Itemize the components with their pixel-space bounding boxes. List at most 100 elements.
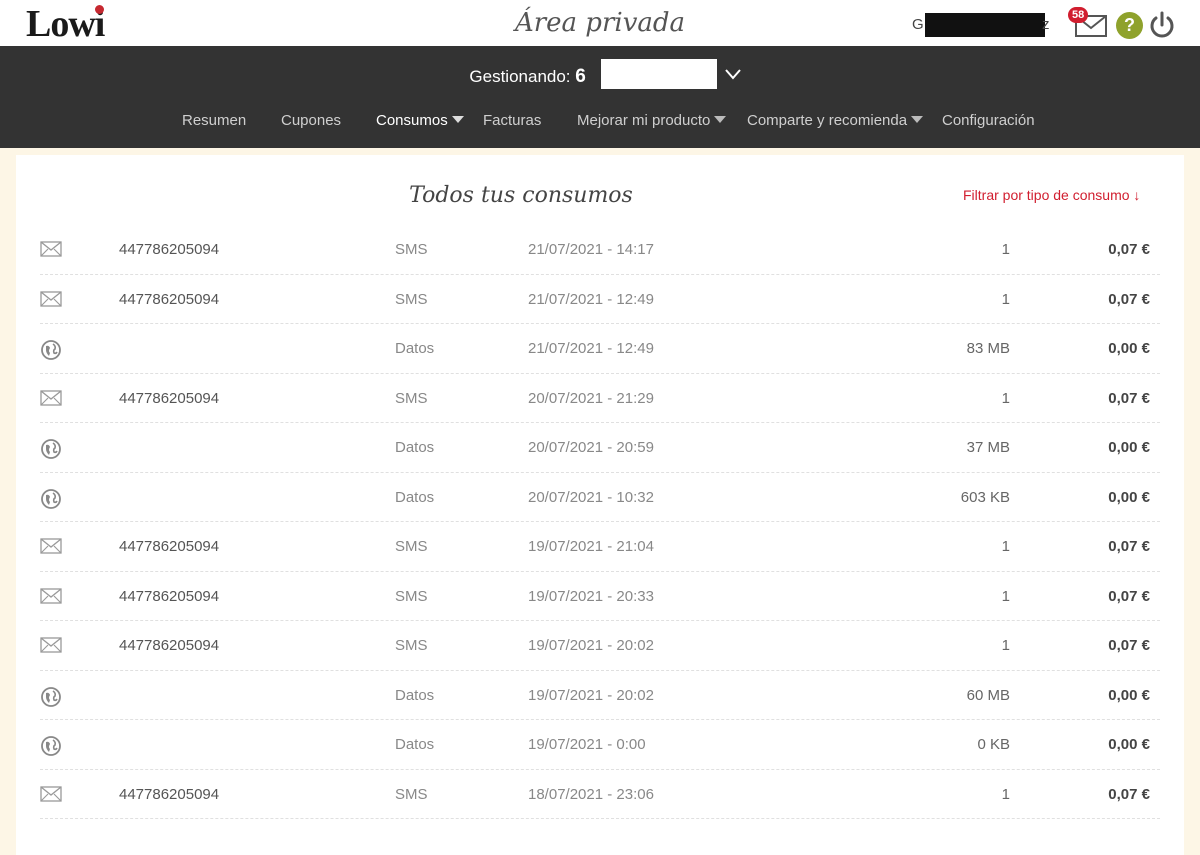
- filter-by-type-link[interactable]: Filtrar por tipo de consumo ↓: [963, 187, 1140, 203]
- row-cost: 0,00 €: [1108, 439, 1150, 456]
- caret-down-icon: [911, 116, 924, 123]
- row-type: SMS: [395, 290, 428, 308]
- envelope-icon: [40, 636, 62, 654]
- envelope-icon: [40, 240, 62, 258]
- row-cost: 0,00 €: [1108, 736, 1150, 753]
- chevron-down-icon[interactable]: [724, 66, 742, 82]
- globe-icon: [40, 686, 62, 707]
- caret-down-icon: [714, 116, 727, 123]
- row-number: 447786205094: [119, 637, 220, 654]
- envelope-icon: [40, 290, 62, 308]
- row-date: 19/07/2021 - 0:00: [528, 736, 646, 753]
- power-icon[interactable]: [1148, 10, 1176, 40]
- row-quantity: 1: [1001, 290, 1010, 308]
- table-row[interactable]: 447786205094 SMS 19/07/2021 - 21:04 1 0,07 €: [40, 522, 1160, 572]
- row-quantity: 1: [1001, 538, 1010, 555]
- tab-cupones[interactable]: Cupones: [281, 112, 341, 132]
- row-quantity: 603 KB: [960, 488, 1010, 506]
- globe-icon: [40, 438, 62, 459]
- row-quantity: 0 KB: [977, 736, 1010, 753]
- envelope-icon: [40, 537, 62, 555]
- row-date: 18/07/2021 - 23:06: [528, 785, 654, 803]
- tab-consumos[interactable]: Consumos: [376, 112, 464, 132]
- row-type: SMS: [395, 587, 428, 605]
- row-number: 447786205094: [119, 785, 220, 803]
- row-date: 20/07/2021 - 10:32: [528, 488, 654, 506]
- row-type: Datos: [395, 340, 435, 357]
- row-cost: 0,07 €: [1108, 241, 1150, 258]
- tab-resumen[interactable]: Resumen: [182, 112, 246, 132]
- row-date: 19/07/2021 - 21:04: [528, 538, 654, 555]
- top-bar: Lowi Área privada G z 58 ?: [0, 0, 1200, 46]
- row-quantity: 1: [1001, 389, 1010, 407]
- row-cost: 0,00 €: [1108, 686, 1150, 704]
- row-date: 19/07/2021 - 20:02: [528, 637, 654, 654]
- row-cost: 0,07 €: [1108, 538, 1150, 555]
- table-row[interactable]: Datos 20/07/2021 - 10:32 603 KB 0,00 €: [40, 473, 1160, 522]
- table-row[interactable]: 447786205094 SMS 20/07/2021 - 21:29 1 0,07 €: [40, 374, 1160, 423]
- row-quantity: 83 MB: [966, 340, 1010, 357]
- consumos-list: 447786205094 SMS 21/07/2021 - 14:17 1 0,07 €…: [40, 225, 1160, 819]
- row-number: 447786205094: [119, 241, 220, 258]
- row-cost: 0,07 €: [1108, 587, 1150, 605]
- caret-down-icon: [451, 116, 464, 123]
- tab-mejorar-producto[interactable]: Mejorar mi producto: [577, 112, 727, 132]
- row-date: 20/07/2021 - 21:29: [528, 389, 654, 407]
- row-type: SMS: [395, 785, 428, 803]
- row-type: Datos: [395, 439, 435, 456]
- globe-icon: [40, 488, 62, 509]
- row-type: SMS: [395, 241, 428, 258]
- row-quantity: 1: [1001, 637, 1010, 654]
- notification-badge: 58: [1068, 7, 1089, 23]
- row-cost: 0,00 €: [1108, 340, 1150, 357]
- row-type: Datos: [395, 686, 435, 704]
- managing-label: Gestionando:: [469, 67, 571, 86]
- consumos-card: Todos tus consumos Filtrar por tipo de c…: [16, 155, 1184, 855]
- row-date: 21/07/2021 - 12:49: [528, 290, 654, 308]
- globe-icon: [40, 735, 62, 756]
- table-row[interactable]: 447786205094 SMS 18/07/2021 - 23:06 1 0,07 €: [40, 770, 1160, 819]
- row-type: Datos: [395, 736, 435, 753]
- user-name-redacted: [925, 13, 1045, 37]
- row-type: SMS: [395, 538, 428, 555]
- row-number: 447786205094: [119, 538, 220, 555]
- row-type: SMS: [395, 389, 428, 407]
- row-cost: 0,07 €: [1108, 290, 1150, 308]
- user-name-tail[interactable]: z: [1042, 16, 1050, 33]
- managing-number-redacted: [601, 59, 717, 89]
- globe-icon: [40, 339, 62, 360]
- row-date: 20/07/2021 - 20:59: [528, 439, 654, 456]
- row-date: 21/07/2021 - 12:49: [528, 340, 654, 357]
- table-row[interactable]: 447786205094 SMS 19/07/2021 - 20:02 1 0,07 €: [40, 621, 1160, 671]
- tab-comparte-recomienda[interactable]: Comparte y recomienda: [747, 112, 924, 132]
- row-number: 447786205094: [119, 587, 220, 605]
- table-row[interactable]: 447786205094 SMS 21/07/2021 - 14:17 1 0,07 €: [40, 225, 1160, 275]
- table-row[interactable]: 447786205094 SMS 19/07/2021 - 20:33 1 0,07 €: [40, 572, 1160, 621]
- tab-configuracion[interactable]: Configuración: [942, 112, 1035, 132]
- row-quantity: 1: [1001, 785, 1010, 803]
- table-row[interactable]: Datos 21/07/2021 - 12:49 83 MB 0,00 €: [40, 324, 1160, 374]
- tab-facturas[interactable]: Facturas: [483, 112, 541, 132]
- row-number: 447786205094: [119, 389, 220, 407]
- table-row[interactable]: Datos 20/07/2021 - 20:59 37 MB 0,00 €: [40, 423, 1160, 473]
- table-row[interactable]: Datos 19/07/2021 - 20:02 60 MB 0,00 €: [40, 671, 1160, 720]
- row-cost: 0,07 €: [1108, 637, 1150, 654]
- row-quantity: 1: [1001, 587, 1010, 605]
- envelope-icon: [40, 785, 62, 803]
- row-quantity: 37 MB: [966, 439, 1010, 456]
- envelope-icon: [40, 587, 62, 605]
- help-icon[interactable]: ?: [1116, 12, 1143, 39]
- managing-number[interactable]: 6: [575, 66, 586, 87]
- managing-line: Gestionando: 6: [0, 66, 1200, 88]
- row-number: 447786205094: [119, 290, 220, 308]
- row-date: 19/07/2021 - 20:02: [528, 686, 654, 704]
- row-type: Datos: [395, 488, 435, 506]
- table-row[interactable]: 447786205094 SMS 21/07/2021 - 12:49 1 0,07 €: [40, 275, 1160, 324]
- table-row[interactable]: Datos 19/07/2021 - 0:00 0 KB 0,00 €: [40, 720, 1160, 770]
- row-quantity: 60 MB: [966, 686, 1010, 704]
- section-title: Todos tus consumos: [409, 183, 633, 208]
- row-date: 19/07/2021 - 20:33: [528, 587, 654, 605]
- envelope-icon: [40, 389, 62, 407]
- row-type: SMS: [395, 637, 428, 654]
- row-date: 21/07/2021 - 14:17: [528, 241, 654, 258]
